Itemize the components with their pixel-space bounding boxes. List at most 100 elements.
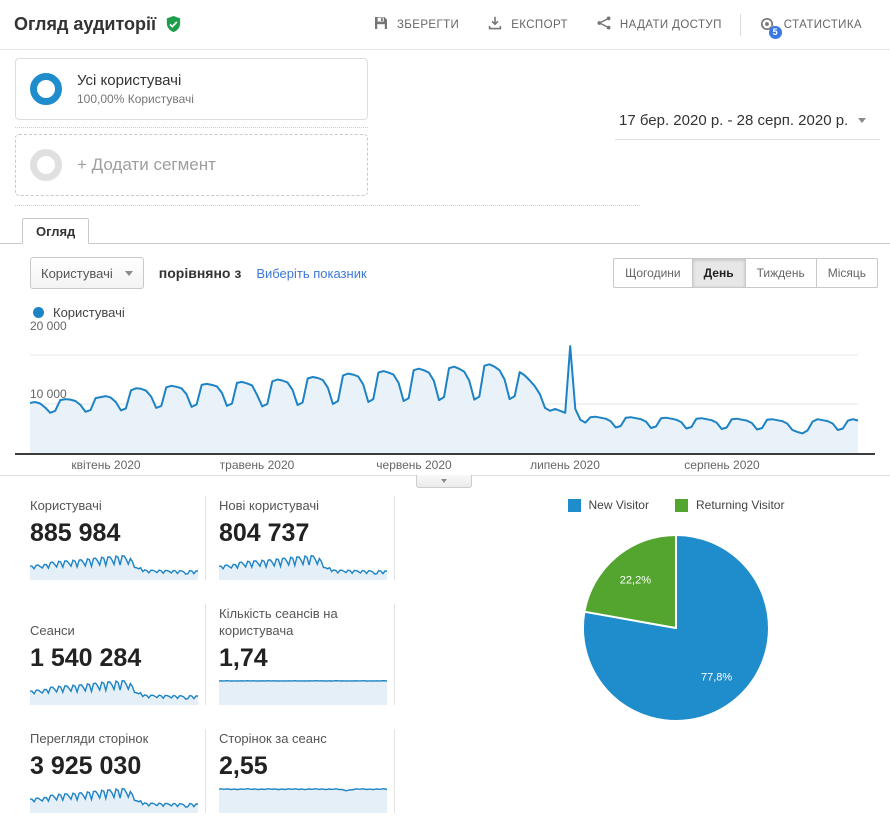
granularity-week[interactable]: Тиждень — [745, 258, 817, 288]
x-tick-july: липень 2020 — [530, 458, 600, 472]
chevron-down-icon — [441, 479, 447, 483]
series-legend-label: Користувачі — [53, 305, 125, 320]
metric-row: Перегляди сторінок 3 925 030 Сторінок за… — [30, 729, 406, 813]
add-segment-button[interactable]: + Додати сегмент — [15, 134, 368, 196]
insights-button-label: СТАТИСТИКА — [783, 18, 862, 31]
segment-section-divider — [15, 205, 640, 206]
metrics-column: Користувачі 885 984 Нові користувачі 804… — [30, 496, 406, 826]
legend-square-icon — [674, 498, 688, 512]
metric-label: Перегляди сторінок — [30, 731, 149, 746]
metric-card-pageviews: Перегляди сторінок 3 925 030 — [30, 729, 206, 813]
svg-text:77,8%: 77,8% — [701, 672, 732, 684]
segment-donut-icon — [30, 73, 62, 105]
series-dot-icon — [33, 307, 44, 318]
metric-sparkline — [30, 679, 198, 705]
date-range-selector[interactable]: 17 бер. 2020 р. - 28 серп. 2020 р. — [615, 106, 880, 140]
x-tick-june: червень 2020 — [376, 458, 452, 472]
controls-row: Користувачі порівняно з Виберіть показни… — [0, 244, 890, 299]
collapse-chart-handle[interactable] — [416, 475, 472, 488]
pie-legend-returning-visitor: Returning Visitor — [674, 498, 785, 512]
chart-bottom-rule — [0, 475, 890, 488]
page-title: Огляд аудиторії — [14, 14, 157, 34]
pie-legend-label: Returning Visitor — [695, 498, 785, 512]
x-tick-may: травень 2020 — [219, 458, 295, 472]
share-button[interactable]: НАДАТИ ДОСТУП — [582, 15, 736, 34]
export-button[interactable]: ЕКСПОРТ — [473, 15, 582, 34]
svg-text:22,2%: 22,2% — [620, 575, 651, 587]
shield-check-icon — [164, 15, 183, 34]
export-button-label: ЕКСПОРТ — [511, 18, 568, 31]
x-axis-labels: квітень 2020 травень 2020 червень 2020 л… — [30, 453, 890, 474]
segment-divider — [15, 127, 368, 128]
pie-legend-new-visitor: New Visitor — [567, 498, 649, 512]
metric-card-sessions-per-user: Кількість сеансів на користувача 1,74 — [219, 604, 395, 705]
select-metric-link[interactable]: Виберіть показник — [256, 266, 366, 281]
y-axis-tick-20000: 20 000 — [30, 319, 67, 333]
pie-legend: New Visitor Returning Visitor — [567, 498, 785, 512]
compare-label: порівняно з — [158, 265, 242, 281]
metric-label: Користувачі — [30, 498, 102, 513]
granularity-toggle: Щогодини День Тиждень Місяць — [613, 258, 878, 288]
add-segment-label: + Додати сегмент — [77, 155, 216, 174]
metric-value: 3 925 030 — [30, 752, 142, 780]
date-range-text: 17 бер. 2020 р. - 28 серп. 2020 р. — [619, 112, 849, 129]
pie-legend-label: New Visitor — [588, 498, 649, 512]
metric-card-new-users: Нові користувачі 804 737 — [219, 496, 395, 580]
chevron-down-icon — [124, 270, 133, 276]
add-segment-donut-icon — [30, 149, 62, 181]
metric-row: Користувачі 885 984 Нові користувачі 804… — [30, 496, 406, 580]
visitor-type-pie-chart[interactable]: 77,8% 22,2% — [576, 528, 776, 728]
metric-card-sessions: Сеанси 1 540 284 — [30, 604, 206, 705]
export-icon — [487, 15, 503, 34]
segment-area: Усі користувачі 100,00% Користувачі + До… — [0, 50, 890, 206]
metric-card-pages-per-session: Сторінок за сеанс 2,55 — [219, 729, 395, 813]
share-icon — [596, 15, 612, 34]
granularity-month[interactable]: Місяць — [816, 258, 878, 288]
page-header: Огляд аудиторії ЗБЕРЕГТИ ЕКСПОРТ НАДАТИ … — [0, 0, 890, 50]
metric-value: 1,74 — [219, 644, 268, 672]
segment-card-all-users[interactable]: Усі користувачі 100,00% Користувачі — [15, 58, 368, 120]
y-axis-tick-10000: 10 000 — [30, 387, 67, 401]
share-button-label: НАДАТИ ДОСТУП — [619, 18, 722, 31]
timeseries-chart: 20 000 10 000 — [0, 319, 890, 455]
chevron-down-icon — [858, 118, 867, 123]
insights-icon: 5 — [759, 16, 782, 39]
metric-sparkline — [219, 787, 387, 813]
metric-label: Сторінок за сеанс — [219, 731, 327, 746]
header-actions: ЗБЕРЕГТИ ЕКСПОРТ НАДАТИ ДОСТУП 5 СТАТИСТ… — [359, 13, 876, 39]
tab-strip: Огляд — [0, 218, 890, 244]
save-button[interactable]: ЗБЕРЕГТИ — [359, 15, 473, 34]
x-tick-april: квітень 2020 — [71, 458, 141, 472]
metric-value: 885 984 — [30, 519, 121, 547]
metric-sparkline — [219, 679, 387, 705]
x-tick-august: серпень 2020 — [684, 458, 760, 472]
metric-card-users: Користувачі 885 984 — [30, 496, 206, 580]
metric-label: Кількість сеансів на користувача — [219, 606, 338, 638]
users-area-chart[interactable] — [30, 328, 858, 453]
granularity-day[interactable]: День — [692, 258, 746, 288]
header-actions-separator — [739, 13, 741, 36]
legend-square-icon — [567, 498, 581, 512]
summary-section: Користувачі 885 984 Нові користувачі 804… — [0, 476, 890, 826]
metric-sparkline — [219, 554, 387, 580]
chart-legend: Користувачі — [0, 299, 890, 328]
metric-row: Сеанси 1 540 284 Кількість сеансів на ко… — [30, 604, 406, 705]
metric-select-value: Користувачі — [41, 265, 113, 281]
metric-value: 804 737 — [219, 519, 310, 547]
insights-badge: 5 — [768, 26, 782, 39]
tab-overview[interactable]: Огляд — [22, 218, 90, 244]
metric-label: Сеанси — [30, 623, 75, 638]
metric-value: 2,55 — [219, 752, 268, 780]
insights-button[interactable]: 5 СТАТИСТИКА — [745, 16, 876, 39]
metric-label: Нові користувачі — [219, 498, 320, 513]
segment-name: Усі користувачі — [77, 72, 182, 89]
metric-value: 1 540 284 — [30, 644, 142, 672]
granularity-hourly[interactable]: Щогодини — [613, 258, 693, 288]
metric-sparkline — [30, 787, 198, 813]
visitor-type-panel: New Visitor Returning Visitor 77,8% 22,2% — [406, 496, 890, 826]
segment-detail: 100,00% Користувачі — [77, 92, 194, 106]
save-icon — [373, 15, 389, 34]
metric-sparkline — [30, 554, 198, 580]
save-button-label: ЗБЕРЕГТИ — [396, 18, 460, 31]
metric-select-dropdown[interactable]: Користувачі — [30, 257, 144, 289]
